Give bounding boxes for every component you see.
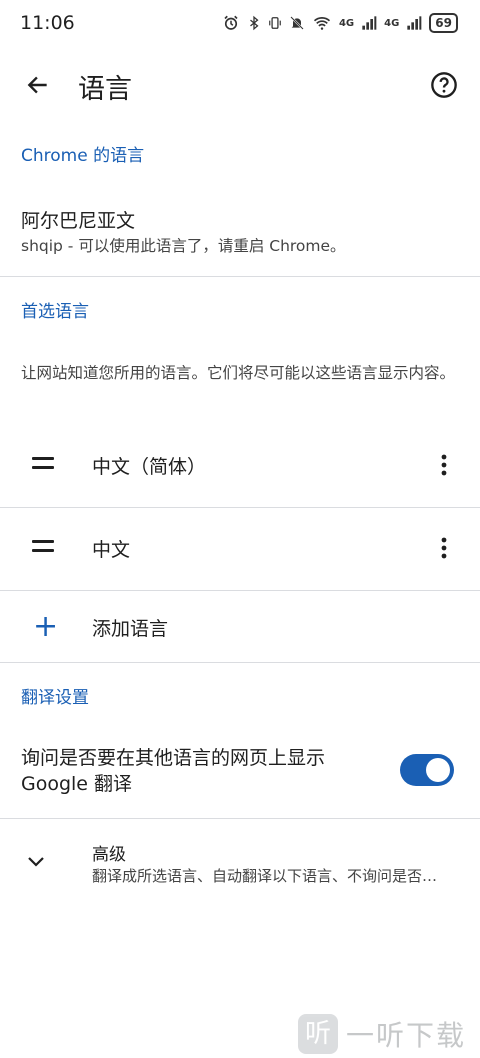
chrome-language-header: Chrome 的语言: [21, 146, 145, 166]
back-button[interactable]: [18, 65, 58, 105]
language-row[interactable]: 中文: [0, 508, 480, 588]
divider: [0, 276, 480, 277]
language-label: 中文: [92, 539, 131, 561]
drag-handle-icon[interactable]: [32, 540, 54, 552]
divider: [0, 590, 480, 591]
wifi-icon: [313, 17, 331, 30]
preferred-languages-header: 首选语言: [21, 302, 89, 322]
bluetooth-icon: [250, 15, 259, 31]
more-vert-icon: [441, 454, 447, 476]
translate-settings-header: 翻译设置: [21, 688, 89, 708]
more-options-button[interactable]: [432, 447, 456, 483]
chrome-language-title: 阿尔巴尼亚文: [21, 210, 136, 232]
status-icons: 4G 4G 69: [222, 13, 458, 33]
watermark: 听 一听下载: [297, 1014, 466, 1054]
drag-handle-icon[interactable]: [32, 457, 54, 469]
page-title: 语言: [78, 74, 132, 105]
more-vert-icon: [441, 537, 447, 559]
language-label: 中文（简体）: [92, 456, 207, 478]
offer-translate-toggle[interactable]: [400, 754, 454, 786]
network-label-1: 4G: [338, 17, 355, 29]
preferred-languages-description: 让网站知道您所用的语言。它们将尽可能以这些语言显示内容。: [21, 364, 456, 382]
toggle-knob: [426, 758, 450, 782]
divider: [0, 662, 480, 663]
vibrate-icon: [269, 17, 281, 29]
alarm-icon: [224, 15, 238, 30]
offer-translate-row[interactable]: 询问是否要在其他语言的网页上显示 Google 翻译: [0, 736, 480, 816]
divider: [0, 818, 480, 819]
status-time: 11:06: [20, 12, 75, 34]
watermark-text: 一听下载: [345, 1019, 466, 1052]
signal-icon-1: [362, 16, 377, 30]
advanced-title: 高级: [92, 845, 126, 865]
advanced-subtitle: 翻译成所选语言、自动翻译以下语言、不询问是否翻译以下语言: [92, 867, 452, 885]
help-icon: [431, 72, 457, 98]
more-options-button[interactable]: [432, 530, 456, 566]
network-label-2: 4G: [384, 17, 400, 29]
mute-bell-icon: [290, 16, 304, 30]
arrow-back-icon: [27, 76, 47, 94]
offer-translate-label: 询问是否要在其他语言的网页上显示 Google 翻译: [21, 747, 326, 795]
add-language-label: 添加语言: [92, 618, 169, 640]
signal-icon-2: [407, 16, 422, 30]
chevron-down-icon: [28, 857, 44, 867]
chrome-language-subtitle: shqip - 可以使用此语言了，请重启 Chrome。: [21, 237, 346, 255]
language-row[interactable]: 中文（简体）: [0, 425, 480, 505]
plus-icon: +: [33, 609, 59, 644]
watermark-logo: 听: [297, 1014, 338, 1054]
help-button[interactable]: [424, 65, 464, 105]
battery-indicator: 69: [429, 13, 458, 33]
advanced-row[interactable]: 高级 翻译成所选语言、自动翻译以下语言、不询问是否翻译以下语言: [0, 820, 480, 900]
add-language-button[interactable]: + 添加语言: [0, 592, 480, 662]
top-app-bar: 语言: [0, 55, 480, 115]
status-bar: 11:06 4G 4G 69: [0, 0, 480, 50]
